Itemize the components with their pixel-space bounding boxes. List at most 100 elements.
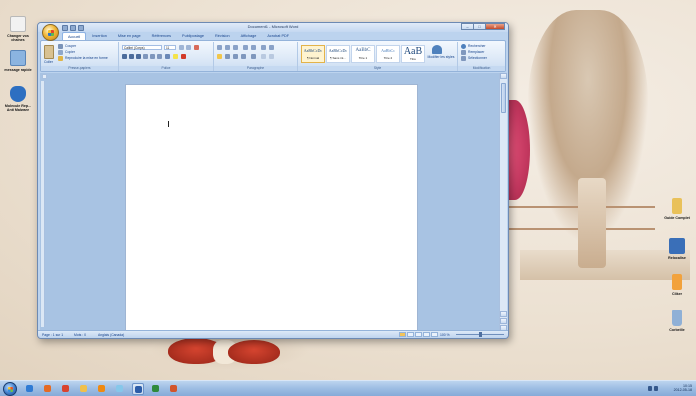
increase-indent-icon[interactable] xyxy=(251,45,256,50)
sort-icon[interactable] xyxy=(261,45,266,50)
desktop: Changer vos chaînes message rapide Molec… xyxy=(0,0,696,380)
title-bar[interactable]: Document1 - Microsoft Word – □ ✕ xyxy=(38,23,508,32)
clock[interactable]: 10:15 2012-05-18 xyxy=(674,384,692,393)
taskbar-button-ie[interactable] xyxy=(24,383,36,395)
style-heading-1[interactable]: AaBbC Titre 1 xyxy=(351,45,375,63)
start-button[interactable] xyxy=(3,382,17,396)
tab-references[interactable]: Références xyxy=(147,32,176,40)
grow-font-icon[interactable] xyxy=(179,45,184,50)
taskbar-button-folder[interactable] xyxy=(78,383,90,395)
ruler-tab-selector[interactable] xyxy=(42,74,47,79)
align-right-icon[interactable] xyxy=(233,54,238,59)
line-spacing-icon[interactable] xyxy=(251,54,256,59)
web-layout-view-button[interactable] xyxy=(415,332,422,337)
underline-icon[interactable] xyxy=(136,54,141,59)
desktop-icon-cliker[interactable]: Cliker xyxy=(661,274,693,296)
numbering-icon[interactable] xyxy=(225,45,230,50)
format-painter-button[interactable]: Reproduire la mise en forme xyxy=(65,56,108,60)
shrink-font-icon[interactable] xyxy=(186,45,191,50)
bold-icon[interactable] xyxy=(122,54,127,59)
taskbar-button-powerpoint[interactable] xyxy=(168,383,180,395)
bullets-icon[interactable] xyxy=(217,45,222,50)
office-button[interactable] xyxy=(42,24,59,41)
zoom-level[interactable]: 100 % xyxy=(440,333,450,337)
style-heading-2[interactable]: AaBbCc Titre 2 xyxy=(376,45,400,63)
style-normal[interactable]: AaBbCcDc ¶ Normal xyxy=(301,45,325,63)
window-title: Document1 - Microsoft Word xyxy=(247,24,299,29)
justify-icon[interactable] xyxy=(241,54,246,59)
paste-icon[interactable] xyxy=(44,45,54,59)
decrease-indent-icon[interactable] xyxy=(243,45,248,50)
show-marks-icon[interactable] xyxy=(269,45,274,50)
desktop-icon-changer[interactable]: Changer vos chaînes xyxy=(2,16,34,42)
tab-revision[interactable]: Révision xyxy=(210,32,235,40)
borders-icon[interactable] xyxy=(269,54,274,59)
document-icon xyxy=(10,16,26,32)
tab-mise-en-page[interactable]: Mise en page xyxy=(113,32,146,40)
shading-icon[interactable] xyxy=(261,54,266,59)
page-count[interactable]: Page : 1 sur 1 xyxy=(42,333,63,337)
tab-accueil[interactable]: Accueil xyxy=(62,32,87,40)
clear-format-icon[interactable] xyxy=(194,45,199,50)
document-page[interactable] xyxy=(125,84,418,334)
scroll-up-button[interactable] xyxy=(500,73,507,79)
font-color-icon[interactable] xyxy=(181,54,186,59)
find-button[interactable]: Rechercher xyxy=(468,44,486,48)
scroll-down-button[interactable] xyxy=(500,311,507,317)
taskbar-button-excel[interactable] xyxy=(150,383,162,395)
close-button[interactable]: ✕ xyxy=(485,23,505,30)
scroll-thumb[interactable] xyxy=(501,83,506,113)
tab-insertion[interactable]: Insertion xyxy=(87,32,112,40)
tab-publipostage[interactable]: Publipostage xyxy=(177,32,209,40)
tab-acrobat[interactable]: Acrobat PDF xyxy=(262,32,294,40)
style-title[interactable]: AaB Titre xyxy=(401,45,425,63)
tab-affichage[interactable]: Affichage xyxy=(236,32,262,40)
style-preview: AaBbCcDc xyxy=(303,48,323,53)
taskbar-button-paint[interactable] xyxy=(114,383,126,395)
superscript-icon[interactable] xyxy=(157,54,162,59)
print-layout-view-button[interactable] xyxy=(399,332,406,337)
network-icon[interactable] xyxy=(648,386,652,391)
font-name-combo[interactable]: Calibri (Corps) xyxy=(122,45,162,50)
align-center-icon[interactable] xyxy=(225,54,230,59)
word-count[interactable]: Mots : 0 xyxy=(74,333,86,337)
group-label: Presse-papiers xyxy=(41,66,118,71)
taskbar-button-chrome[interactable] xyxy=(60,383,72,395)
desktop-icon-recycle-bin[interactable]: Corbeille xyxy=(661,310,693,332)
vertical-scrollbar[interactable] xyxy=(499,73,507,331)
paragraph-group: Paragraphe xyxy=(214,42,298,71)
desktop-icon-antimalware[interactable]: Molecule Rep... Anti Malware xyxy=(2,86,34,112)
desktop-icon-guide[interactable]: Guide Complet xyxy=(661,198,693,220)
strikethrough-icon[interactable] xyxy=(143,54,148,59)
change-case-icon[interactable] xyxy=(165,54,170,59)
taskbar-button-word[interactable] xyxy=(132,383,144,395)
taskbar-button-vlc[interactable] xyxy=(96,383,108,395)
draft-view-button[interactable] xyxy=(431,332,438,337)
copy-icon xyxy=(58,50,63,55)
taskbar-button-firefox[interactable] xyxy=(42,383,54,395)
multilevel-list-icon[interactable] xyxy=(233,45,238,50)
select-button[interactable]: Sélectionner xyxy=(468,56,487,60)
desktop-icon-relocalise[interactable]: Relocalise xyxy=(661,238,693,260)
format-painter-icon xyxy=(58,56,63,61)
style-no-spacing[interactable]: AaBbCcDc ¶ Sans int... xyxy=(326,45,350,63)
subscript-icon[interactable] xyxy=(150,54,155,59)
zoom-slider-thumb[interactable] xyxy=(478,332,482,337)
full-screen-view-button[interactable] xyxy=(407,332,414,337)
previous-page-button[interactable] xyxy=(500,318,507,324)
font-size-combo[interactable]: 11 xyxy=(164,45,176,50)
desktop-icon-label: Relocalise xyxy=(668,256,686,260)
cut-button[interactable]: Couper xyxy=(65,44,76,48)
paste-button[interactable]: Coller xyxy=(44,60,53,64)
highlight-icon[interactable] xyxy=(173,54,178,59)
outline-view-button[interactable] xyxy=(423,332,430,337)
language-indicator[interactable]: Anglais (Canada) xyxy=(98,333,124,337)
desktop-icon-message[interactable]: message rapide xyxy=(2,50,34,72)
volume-icon[interactable] xyxy=(654,386,658,391)
change-styles-icon[interactable] xyxy=(432,45,442,54)
copy-button[interactable]: Copier xyxy=(65,50,75,54)
replace-button[interactable]: Remplacer xyxy=(468,50,484,54)
align-left-icon[interactable] xyxy=(217,54,222,59)
change-styles-button[interactable]: Modifier les styles xyxy=(427,55,455,60)
italic-icon[interactable] xyxy=(129,54,134,59)
